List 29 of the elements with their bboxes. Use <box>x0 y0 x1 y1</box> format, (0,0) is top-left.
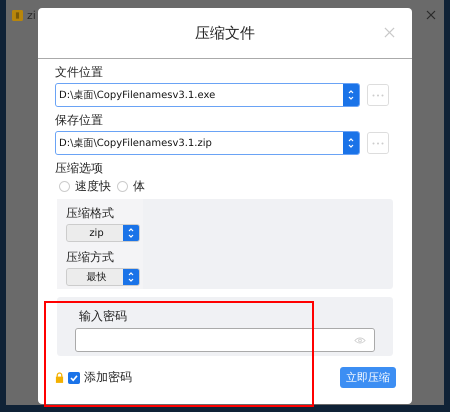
lock-icon <box>55 372 64 383</box>
checkbox-label: 添加密码 <box>84 369 132 386</box>
field-label: 保存位置 <box>55 112 103 129</box>
setting-select[interactable]: 最快 <box>66 268 140 286</box>
password-field[interactable] <box>75 328 375 352</box>
close-icon[interactable] <box>426 10 436 20</box>
spinner-icon <box>347 136 355 150</box>
field-label: 文件位置 <box>55 64 103 81</box>
spinner-icon <box>347 88 355 102</box>
ellipsis-icon <box>372 142 384 144</box>
path-select[interactable]: D:\桌面\CopyFilenamesv3.1.exe <box>55 83 360 107</box>
path-select[interactable]: D:\桌面\CopyFilenamesv3.1.zip <box>55 131 360 155</box>
setting-label: 压缩格式 <box>66 205 114 222</box>
spinner-icon <box>127 226 135 240</box>
app-title: zi <box>27 8 36 22</box>
password-label: 输入密码 <box>79 308 127 325</box>
eye-icon[interactable] <box>354 336 366 344</box>
radio-option[interactable]: 速度快 <box>59 178 111 195</box>
browse-button[interactable] <box>367 84 389 106</box>
radio-option[interactable]: 体 <box>117 178 145 195</box>
spinner-icon <box>127 270 135 284</box>
ellipsis-icon <box>372 94 384 96</box>
options-label: 压缩选项 <box>55 160 103 177</box>
app-icon <box>12 10 23 20</box>
dialog-title: 压缩文件 <box>195 24 255 42</box>
setting-label: 压缩方式 <box>66 249 114 266</box>
checkbox[interactable] <box>68 372 80 384</box>
setting-select[interactable]: zip <box>66 224 140 242</box>
browse-button[interactable] <box>367 132 389 154</box>
